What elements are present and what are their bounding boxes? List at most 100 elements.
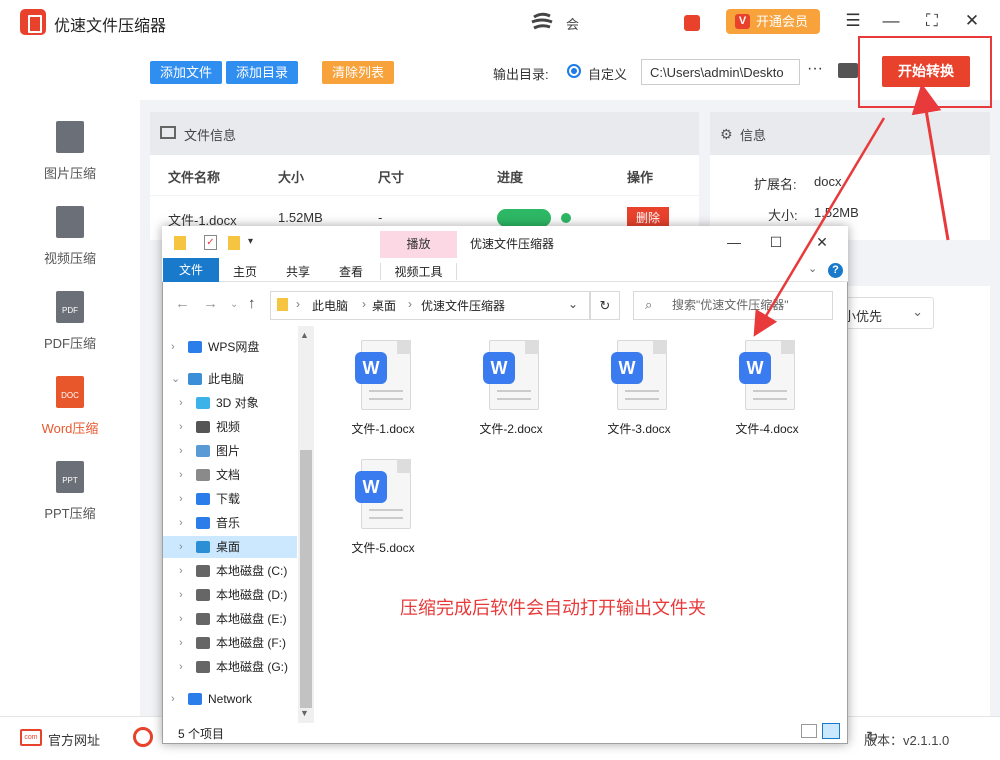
tree-item-label: Network — [208, 692, 253, 706]
file-item[interactable]: W 文件-1.docx — [333, 340, 433, 437]
chevron-right-icon[interactable]: › — [179, 632, 183, 654]
browse-more-button[interactable]: ··· — [807, 60, 823, 78]
chevron-right-icon[interactable]: › — [171, 336, 175, 358]
chevron-right-icon[interactable]: › — [179, 512, 183, 534]
tree-item[interactable]: › 本地磁盘 (G:) — [163, 656, 297, 678]
details-view-icon[interactable] — [801, 724, 817, 738]
tree-item[interactable]: › 3D 对象 — [163, 392, 297, 414]
tree-item[interactable]: › Network — [163, 688, 297, 710]
tree-item-label: 本地磁盘 (C:) — [216, 564, 288, 578]
sidebar-item-video[interactable]: 视频压缩 — [0, 206, 140, 286]
chevron-right-icon[interactable]: › — [179, 464, 183, 486]
play-tab[interactable]: 播放 — [380, 231, 457, 258]
word-document-icon: W — [483, 340, 539, 412]
chevron-right-icon[interactable]: › — [179, 536, 183, 558]
large-icons-view-icon[interactable] — [822, 723, 840, 739]
chevron-right-icon[interactable]: › — [179, 416, 183, 438]
word-document-icon: W — [611, 340, 667, 412]
tree-scroll-thumb[interactable] — [300, 450, 312, 708]
properties-icon[interactable]: ✓ — [204, 235, 217, 250]
scroll-up-icon[interactable]: ▲ — [300, 330, 309, 340]
tree-item[interactable]: › 图片 — [163, 440, 297, 462]
sidebar-item-word[interactable]: DOC Word压缩 — [0, 376, 140, 456]
chevron-right-icon[interactable]: › — [179, 488, 183, 510]
tab-view[interactable]: 查看 — [339, 263, 363, 280]
chevron-right-icon[interactable]: › — [171, 688, 175, 710]
sidebar-item-ppt[interactable]: PPT PPT压缩 — [0, 461, 140, 541]
close-icon[interactable]: ✕ — [961, 10, 983, 32]
quick-access-dropdown-icon[interactable]: ▾ — [248, 236, 253, 247]
support-icon[interactable] — [133, 727, 153, 747]
file-item[interactable]: W 文件-2.docx — [461, 340, 561, 437]
explorer-title: 优速文件压缩器 — [470, 237, 555, 251]
file-item[interactable]: W 文件-5.docx — [333, 459, 433, 556]
back-icon[interactable]: ← — [175, 295, 190, 312]
sidebar-item-label: Word压缩 — [41, 421, 99, 436]
tab-share[interactable]: 共享 — [286, 263, 310, 280]
chevron-right-icon[interactable]: › — [179, 560, 183, 582]
tree-item[interactable]: › WPS网盘 — [163, 336, 297, 358]
custom-radio[interactable] — [567, 64, 581, 78]
tab-file[interactable]: 文件 — [163, 258, 219, 282]
explorer-maximize-icon[interactable]: ☐ — [766, 234, 786, 251]
up-icon[interactable]: ↑ — [248, 295, 256, 312]
tree-item-icon — [196, 517, 210, 529]
search-input[interactable]: 搜索"优速文件压缩器" — [633, 291, 833, 320]
chevron-down-icon[interactable]: ⌄ — [171, 368, 180, 390]
tree-item[interactable]: › 本地磁盘 (E:) — [163, 608, 297, 630]
tree-item[interactable]: › 音乐 — [163, 512, 297, 534]
tree-item[interactable]: ⌄ 此电脑 — [163, 368, 297, 390]
user-name[interactable]: 会 — [566, 14, 579, 33]
ribbon-expand-icon[interactable]: ⌄ — [808, 262, 817, 275]
tree-item-icon — [196, 469, 210, 481]
tree-item-icon — [196, 493, 210, 505]
tree-item[interactable]: › 桌面 — [163, 536, 297, 558]
menu-icon[interactable]: ☰ — [842, 10, 864, 32]
tab-home[interactable]: 主页 — [233, 263, 257, 280]
tree-item[interactable]: › 本地磁盘 (D:) — [163, 584, 297, 606]
tree-item[interactable]: › 文档 — [163, 464, 297, 486]
maximize-icon[interactable]: ⛶ — [921, 10, 943, 32]
sidebar-item-label: PPT压缩 — [44, 506, 96, 521]
sidebar-item-pdf[interactable]: PDF PDF压缩 — [0, 291, 140, 371]
chevron-right-icon[interactable]: › — [179, 392, 183, 414]
minimize-icon[interactable]: — — [880, 10, 902, 32]
tree-item[interactable]: › 本地磁盘 (F:) — [163, 632, 297, 654]
add-directory-button[interactable]: 添加目录 — [226, 61, 298, 84]
explorer-refresh-icon[interactable]: ↻ — [590, 291, 620, 320]
new-folder-icon[interactable] — [228, 236, 240, 250]
custom-radio-label[interactable]: 自定义 — [588, 64, 627, 83]
forward-icon[interactable]: → — [203, 295, 218, 312]
tab-video-tools[interactable]: 视频工具 — [380, 263, 457, 280]
sidebar-item-image[interactable]: 图片压缩 — [0, 121, 140, 201]
add-file-button[interactable]: 添加文件 — [150, 61, 222, 84]
open-folder-icon[interactable] — [838, 63, 858, 78]
output-path-input[interactable]: C:\Users\admin\Deskto — [641, 59, 800, 85]
explorer-close-icon[interactable]: ✕ — [812, 234, 832, 251]
scroll-down-icon[interactable]: ▼ — [300, 708, 309, 718]
user-avatar[interactable] — [530, 12, 556, 32]
file-item[interactable]: W 文件-3.docx — [589, 340, 689, 437]
website-link[interactable]: 官方网址 — [48, 730, 100, 749]
vip-button[interactable]: 开通会员 — [726, 9, 820, 34]
address-dropdown-icon[interactable]: ⌄ — [568, 297, 578, 311]
file-name: 文件-3.docx — [607, 422, 671, 436]
recent-dropdown-icon[interactable]: ⌄ — [230, 299, 238, 310]
breadcrumb-this-pc[interactable]: 此电脑 — [312, 297, 348, 314]
file-item[interactable]: W 文件-4.docx — [717, 340, 817, 437]
help-icon[interactable]: ? — [828, 263, 843, 278]
explorer-minimize-icon[interactable]: — — [724, 234, 744, 250]
chevron-right-icon[interactable]: › — [179, 440, 183, 462]
chevron-right-icon[interactable]: › — [179, 584, 183, 606]
tree-item-label: 文档 — [216, 468, 241, 482]
tree-item[interactable]: › 下载 — [163, 488, 297, 510]
breadcrumb-folder[interactable]: 优速文件压缩器 — [421, 297, 505, 314]
tree-item[interactable]: › 视频 — [163, 416, 297, 438]
tree-item[interactable]: › 本地磁盘 (C:) — [163, 560, 297, 582]
breadcrumb-desktop[interactable]: 桌面 — [372, 297, 396, 314]
tree-item-icon — [196, 637, 210, 649]
chevron-right-icon[interactable]: › — [179, 656, 183, 678]
clear-list-button[interactable]: 清除列表 — [322, 61, 394, 84]
chevron-right-icon[interactable]: › — [179, 608, 183, 630]
progress-bar — [497, 209, 551, 227]
